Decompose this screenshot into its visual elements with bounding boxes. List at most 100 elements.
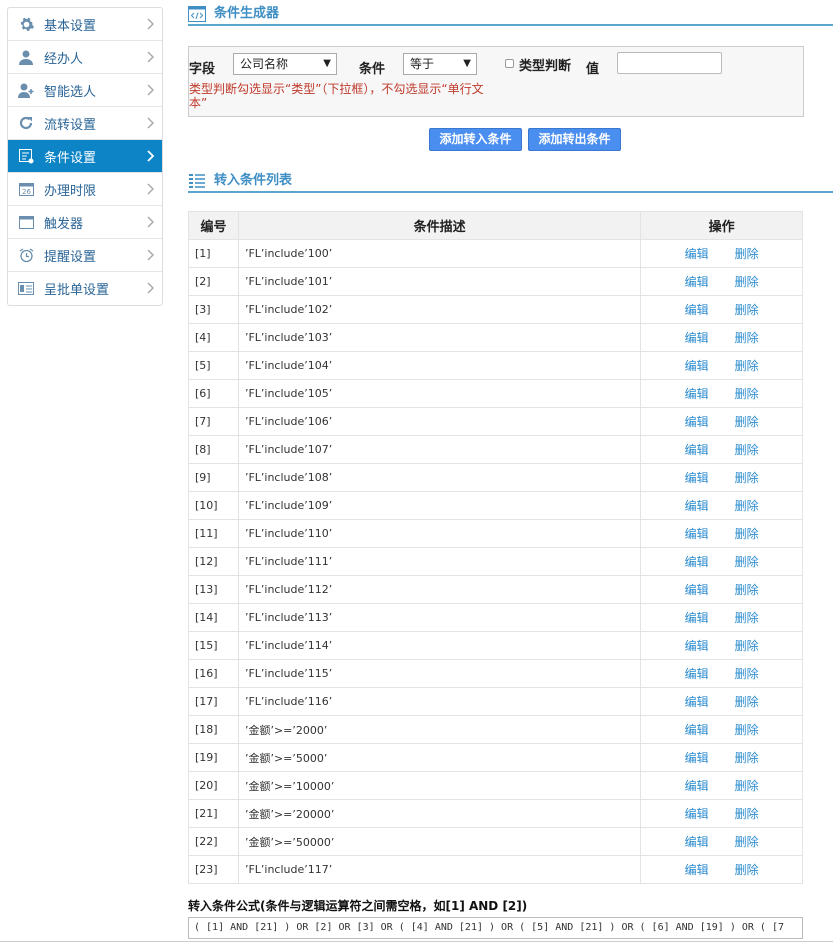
row-actions: 编辑 删除	[640, 687, 803, 716]
row-actions: 编辑 删除	[640, 631, 803, 660]
delete-link[interactable]: 删除	[735, 527, 759, 541]
sidebar-item-condition-settings[interactable]: 条件设置	[8, 140, 162, 173]
sidebar-item-time-limit[interactable]: 26 办理时限	[8, 173, 162, 206]
edit-link[interactable]: 编辑	[685, 387, 709, 401]
edit-link[interactable]: 编辑	[685, 527, 709, 541]
delete-link[interactable]: 删除	[735, 639, 759, 653]
condition-label: 条件	[359, 62, 386, 77]
row-actions: 编辑 删除	[640, 491, 803, 520]
row-actions: 编辑 删除	[640, 295, 803, 324]
add-in-condition-button[interactable]: 添加转入条件	[429, 128, 522, 151]
chevron-right-icon	[147, 117, 154, 129]
chevron-right-icon	[147, 18, 154, 30]
delete-link[interactable]: 删除	[735, 583, 759, 597]
sidebar-item-label: 条件设置	[44, 150, 97, 166]
row-actions: 编辑 删除	[640, 547, 803, 576]
edit-link[interactable]: 编辑	[685, 303, 709, 317]
edit-link[interactable]: 编辑	[685, 639, 709, 653]
table-row: [20] ’金额’>=’10000’ 编辑 删除	[188, 771, 803, 800]
row-description: ’FL’include’103’	[237, 323, 642, 352]
refresh-icon	[18, 115, 34, 131]
field-label: 字段	[189, 62, 216, 77]
delete-link[interactable]: 删除	[735, 247, 759, 261]
edit-link[interactable]: 编辑	[685, 723, 709, 737]
edit-link[interactable]: 编辑	[685, 499, 709, 513]
edit-link[interactable]: 编辑	[685, 611, 709, 625]
edit-link[interactable]: 编辑	[685, 583, 709, 597]
value-label: 值	[586, 62, 600, 77]
formula-input[interactable]: ( [1] AND [21] ) OR [2] OR [3] OR ( [4] …	[188, 917, 803, 939]
row-description: ’FL’include’114’	[237, 631, 642, 660]
condition-table: 编号 条件描述 操作 [1] ’FL’include’100’ 编辑 删除 [2] ’FL…	[188, 211, 803, 884]
edit-link[interactable]: 编辑	[685, 751, 709, 765]
delete-link[interactable]: 删除	[735, 387, 759, 401]
edit-link[interactable]: 编辑	[685, 471, 709, 485]
delete-link[interactable]: 删除	[735, 723, 759, 737]
row-description: ’FL’include’115’	[237, 659, 642, 688]
condition-select[interactable]: 等于 ▼	[403, 53, 477, 75]
row-id: [6]	[188, 379, 239, 408]
edit-link[interactable]: 编辑	[685, 695, 709, 709]
sidebar-item-reminder[interactable]: 提醒设置	[8, 239, 162, 272]
delete-link[interactable]: 删除	[735, 751, 759, 765]
row-id: [12]	[188, 547, 239, 576]
edit-link[interactable]: 编辑	[685, 667, 709, 681]
delete-link[interactable]: 删除	[735, 863, 759, 877]
row-id: [14]	[188, 603, 239, 632]
edit-link[interactable]: 编辑	[685, 247, 709, 261]
row-id: [20]	[188, 771, 239, 800]
edit-link[interactable]: 编辑	[685, 835, 709, 849]
row-description: ’FL’include’107’	[237, 435, 642, 464]
field-select[interactable]: 公司名称 ▼	[233, 53, 337, 75]
delete-link[interactable]: 删除	[735, 359, 759, 373]
sidebar-item-smart-select[interactable]: 智能选人	[8, 74, 162, 107]
edit-link[interactable]: 编辑	[685, 359, 709, 373]
sidebar-item-approval-form[interactable]: 呈批单设置	[8, 272, 162, 305]
sidebar-item-handler[interactable]: 经办人	[8, 41, 162, 74]
delete-link[interactable]: 删除	[735, 835, 759, 849]
type-check-checkbox[interactable]	[505, 59, 514, 68]
alarm-clock-icon	[18, 247, 34, 263]
delete-link[interactable]: 删除	[735, 303, 759, 317]
add-out-condition-button[interactable]: 添加转出条件	[528, 128, 621, 151]
delete-link[interactable]: 删除	[735, 555, 759, 569]
delete-link[interactable]: 删除	[735, 275, 759, 289]
row-id: [9]	[188, 463, 239, 492]
edit-link[interactable]: 编辑	[685, 863, 709, 877]
row-id: [16]	[188, 659, 239, 688]
list-icon	[189, 174, 205, 188]
delete-link[interactable]: 删除	[735, 499, 759, 513]
condition-icon	[18, 148, 34, 164]
delete-link[interactable]: 删除	[735, 695, 759, 709]
row-actions: 编辑 删除	[640, 239, 803, 268]
sidebar-item-trigger[interactable]: 触发器	[8, 206, 162, 239]
type-check-hint: 类型判断勾选显示“类型”（下拉框），不勾选显示“单行文本”	[189, 82, 484, 110]
delete-link[interactable]: 删除	[735, 471, 759, 485]
row-id: [22]	[188, 827, 239, 856]
user-icon	[18, 49, 34, 65]
edit-link[interactable]: 编辑	[685, 331, 709, 345]
delete-link[interactable]: 删除	[735, 443, 759, 457]
delete-link[interactable]: 删除	[735, 667, 759, 681]
edit-link[interactable]: 编辑	[685, 275, 709, 289]
sidebar-item-flow-settings[interactable]: 流转设置	[8, 107, 162, 140]
delete-link[interactable]: 删除	[735, 807, 759, 821]
edit-link[interactable]: 编辑	[685, 555, 709, 569]
row-id: [1]	[188, 239, 239, 268]
row-id: [10]	[188, 491, 239, 520]
table-row: [6] ’FL’include’105’ 编辑 删除	[188, 379, 803, 408]
value-input[interactable]	[617, 52, 722, 74]
table-row: [13] ’FL’include’112’ 编辑 删除	[188, 575, 803, 604]
edit-link[interactable]: 编辑	[685, 415, 709, 429]
sidebar-item-basic-settings[interactable]: 基本设置	[8, 8, 162, 41]
delete-link[interactable]: 删除	[735, 415, 759, 429]
delete-link[interactable]: 删除	[735, 331, 759, 345]
dropdown-arrow-icon: ▼	[323, 58, 331, 69]
delete-link[interactable]: 删除	[735, 611, 759, 625]
row-actions: 编辑 删除	[640, 603, 803, 632]
edit-link[interactable]: 编辑	[685, 443, 709, 457]
edit-link[interactable]: 编辑	[685, 807, 709, 821]
delete-link[interactable]: 删除	[735, 779, 759, 793]
row-id: [8]	[188, 435, 239, 464]
edit-link[interactable]: 编辑	[685, 779, 709, 793]
